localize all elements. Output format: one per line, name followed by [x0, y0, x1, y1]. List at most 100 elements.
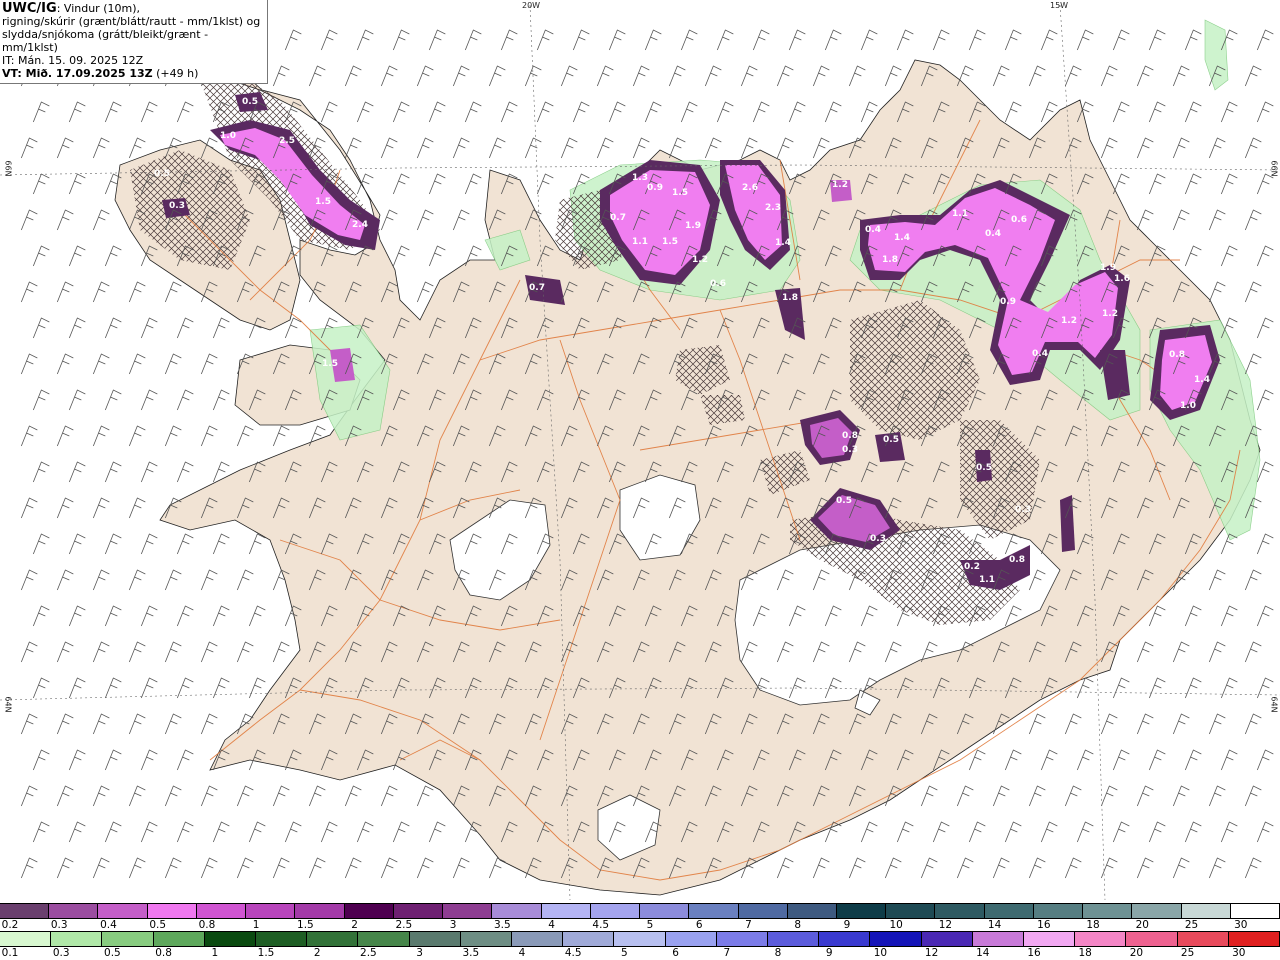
rain-legend-swatch — [1024, 932, 1076, 946]
rain-legend-swatch — [153, 932, 205, 946]
precip-value-label: 1.9 — [685, 221, 701, 231]
rain-legend-swatch — [1228, 932, 1280, 946]
title-line3: slydda/snjókoma (grátt/bleikt/grænt - mm… — [2, 28, 209, 54]
rain-legend-label: 16 — [1027, 947, 1041, 959]
precip-value-label: 0.8 — [842, 431, 858, 441]
model-name: UWC/IG — [2, 1, 57, 16]
rain-legend-label: 30 — [1232, 947, 1246, 959]
precip-value-label: 1.4 — [775, 238, 791, 248]
snow-legend-swatch — [836, 904, 887, 918]
info-box: UWC/IG: Vindur (10m), rigning/skúrir (gr… — [0, 0, 268, 84]
precip-value-label: 1.2 — [692, 255, 708, 265]
precip-value-label: 1.4 — [1194, 375, 1210, 385]
precip-value-label: 1.8 — [782, 293, 798, 303]
precip-value-label: 1.0 — [220, 131, 236, 141]
snow-legend-swatch — [246, 904, 296, 918]
precip-value-label: 2.5 — [279, 136, 295, 146]
snow-legend-swatch — [541, 904, 591, 918]
precip-value-label: 1.2 — [832, 180, 848, 190]
lat-label-64n-left: 64N — [3, 696, 13, 713]
precip-value-label: 1.5 — [315, 197, 331, 207]
rain-legend-label: 0.1 — [1, 947, 19, 959]
lat-label-66n-right: 66N — [1269, 160, 1279, 177]
snow-legend-label: 30 — [1234, 919, 1248, 931]
precip-value-label: 2.6 — [742, 183, 758, 193]
initial-time: IT: Mán. 15. 09. 2025 12Z — [2, 54, 144, 67]
precip-value-label: 0.9 — [647, 183, 663, 193]
title-line1: : Vindur (10m), — [56, 2, 140, 15]
snow-legend-swatch — [886, 904, 936, 918]
rain-legend-label: 10 — [873, 947, 888, 959]
precip-value-label: 0.9 — [1000, 297, 1016, 307]
precip-value-label: 1.5 — [662, 237, 678, 247]
rain-legend-label: 1 — [211, 947, 219, 959]
precip-value-label: 0.4 — [865, 225, 881, 235]
rain-legend-label: 0.8 — [155, 947, 172, 959]
precip-value-label: 0.3 — [169, 201, 185, 211]
snow-legend-label: 3 — [449, 919, 457, 931]
precip-value-label: 0.5 — [154, 169, 170, 179]
snow-legend-swatch — [196, 904, 247, 918]
snow-legend-label: 14 — [987, 919, 1002, 931]
precip-value-label: 1.9 — [1100, 263, 1116, 273]
rain-legend-label: 3 — [416, 947, 423, 959]
snow-legend-label: 6 — [695, 919, 703, 931]
rain-legend-swatch — [512, 932, 564, 946]
rain-legend-label: 0.5 — [104, 947, 121, 959]
rain-legend-label: 6 — [672, 947, 679, 959]
snow-legend-swatch — [1132, 904, 1182, 918]
rain-legend-swatch — [1126, 932, 1178, 946]
precip-value-label: 0.3 — [842, 445, 858, 455]
precip-value-label: 1.5 — [672, 188, 688, 198]
lon-label-15w: 15W — [1050, 1, 1069, 10]
snow-legend-label: 0.8 — [198, 919, 216, 931]
snow-legend-swatch — [1181, 904, 1231, 918]
snow-legend-swatch — [98, 904, 148, 918]
rain-legend-label: 25 — [1180, 947, 1195, 959]
snow-legend-swatch — [1083, 904, 1133, 918]
precip-value-label: 1.1 — [632, 237, 648, 247]
precip-value-label: 0.5 — [836, 496, 852, 506]
precip-value-label: 0.4 — [1032, 349, 1048, 359]
rain-legend-swatch — [819, 932, 871, 946]
rain-legend-swatch — [921, 932, 973, 946]
precip-value-label: 1.1 — [952, 209, 968, 219]
precip-value-label: 1.1 — [979, 575, 995, 585]
rain-legend-label: 0.3 — [52, 947, 70, 959]
rain-legend-label: 5 — [621, 947, 628, 959]
rain-legend-label: 2.5 — [360, 947, 377, 959]
snow-legend-label: 0.5 — [149, 919, 167, 931]
snow-legend-label: 1 — [252, 919, 260, 931]
rain-legend-label: 7 — [723, 947, 731, 959]
rain-legend-swatch — [563, 932, 615, 946]
snow-legend-label: 18 — [1086, 919, 1100, 931]
valid-time: VT: Mið. 17.09.2025 13Z — [2, 67, 153, 80]
snow-legend-label: 0.4 — [100, 919, 117, 931]
snow-legend-label: 25 — [1184, 919, 1199, 931]
snow-legend-swatch — [492, 904, 542, 918]
precip-value-label: 0.2 — [964, 562, 980, 572]
snow-legend-swatch — [935, 904, 985, 918]
rain-legend-label: 4.5 — [564, 947, 582, 959]
snow-legend-label: 0.3 — [50, 919, 68, 931]
snow-legend-swatch — [590, 904, 641, 918]
precip-value-label: 0.4 — [985, 229, 1001, 239]
rain-legend-swatch — [358, 932, 410, 946]
snow-legend-label: 1.5 — [297, 919, 314, 931]
rain-legend-swatch — [204, 932, 257, 946]
rain-legend-swatch — [870, 932, 922, 946]
rain-legend-label: 18 — [1078, 947, 1092, 959]
snow-legend-label: 20 — [1135, 919, 1149, 931]
rain-legend-label: 1.5 — [257, 947, 275, 959]
precip-value-label: 1.0 — [1180, 401, 1196, 411]
rain-legend-swatch — [102, 932, 154, 946]
rain-legend: 0.1 0.3 0.5 0.8 1 1.5 2 2.5 3 3.5 4 4.5 5 6 7 8 9 10 12 14 1… — [0, 931, 1280, 960]
precip-value-label: 2.4 — [352, 220, 368, 230]
precip-value-label: 0.5 — [242, 97, 258, 107]
precip-value-label: 1.4 — [894, 233, 910, 243]
snow-legend-swatch — [640, 904, 690, 918]
rain-legend-swatch — [1177, 932, 1229, 946]
snow-legend-label: 4.5 — [592, 919, 610, 931]
rain-legend-swatch — [665, 932, 717, 946]
snow-legend-swatch — [393, 904, 444, 918]
